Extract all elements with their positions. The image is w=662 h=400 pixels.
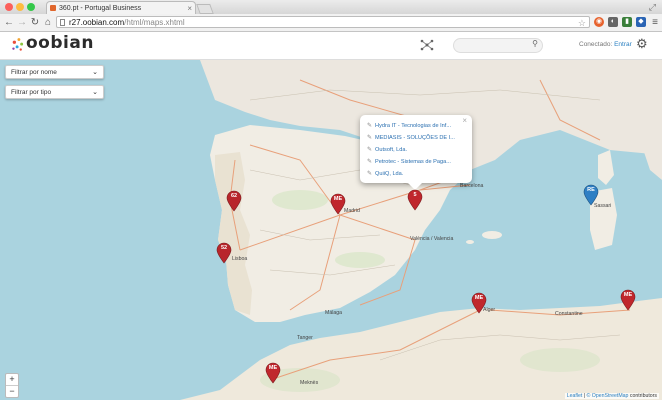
- login-link[interactable]: Entrar: [614, 41, 632, 48]
- zoom-in-button[interactable]: +: [6, 374, 18, 386]
- map-marker[interactable]: ME: [329, 193, 347, 215]
- extension-abp-icon[interactable]: ◉: [594, 17, 604, 27]
- network-icon[interactable]: [420, 39, 434, 51]
- page-icon: [60, 19, 65, 26]
- osm-link[interactable]: © OpenStreetMap: [587, 393, 629, 399]
- bookmark-star-icon[interactable]: ☆: [578, 17, 586, 29]
- map-marker[interactable]: ME: [264, 362, 282, 384]
- browser-titlebar: 360.pt - Portugal Business × ⤢: [0, 0, 662, 15]
- home-icon[interactable]: ⌂: [43, 16, 53, 29]
- map-label-meknes: Meknès: [300, 380, 319, 386]
- new-tab-button[interactable]: [196, 4, 214, 14]
- zoom-control: + −: [5, 373, 19, 398]
- filter-by-type-label: Filtrar por tipo: [11, 89, 52, 96]
- attribution-contributors: contributors: [629, 393, 657, 399]
- map-tiles: [180, 60, 662, 400]
- map-marker[interactable]: 52: [215, 242, 233, 264]
- chevron-down-icon: ⌄: [92, 69, 98, 76]
- app-header: oobian ⚲ Conectado: Entrar ⚙: [0, 32, 662, 60]
- map-marker[interactable]: ME: [619, 289, 637, 311]
- browser-toolbar: ← → ↻ ⌂ r27.oobian.com/html/maps.xhtml ☆…: [0, 14, 662, 32]
- map-label-lisboa: Lisboa: [232, 256, 248, 262]
- company-list-popup: × ✎ Hydra IT - Tecnologias de Inf... ✎ MED…: [360, 115, 472, 190]
- tab-close-icon[interactable]: ×: [187, 2, 192, 14]
- maximize-window-button[interactable]: [27, 3, 35, 11]
- connection-status: Conectado: Entrar: [579, 41, 632, 48]
- gear-icon[interactable]: ⚙: [636, 36, 648, 52]
- map-label-malaga: Málaga: [325, 310, 343, 316]
- extension-green-icon[interactable]: ▮: [622, 17, 632, 27]
- map-label-valencia: València / Valencia: [410, 236, 454, 242]
- map-label-constantine: Constantine: [555, 311, 583, 317]
- address-bar[interactable]: r27.oobian.com/html/maps.xhtml ☆: [56, 16, 590, 28]
- extension-blue-icon[interactable]: ◆: [636, 17, 646, 27]
- browser-tab[interactable]: 360.pt - Portugal Business ×: [46, 1, 196, 14]
- map-view[interactable]: Madrid Barcelona València / Valencia Lis…: [0, 60, 662, 400]
- filter-by-type-dropdown[interactable]: Filtrar por tipo ⌄: [5, 85, 104, 99]
- back-arrow-icon[interactable]: ←: [4, 16, 14, 29]
- menu-icon[interactable]: ≡: [650, 16, 660, 29]
- pin-icon: ✎: [367, 123, 373, 129]
- app-logo[interactable]: oobian: [26, 33, 94, 53]
- fullscreen-icon[interactable]: ⤢: [649, 2, 656, 13]
- forward-arrow-icon[interactable]: →: [17, 16, 27, 29]
- pin-icon: ✎: [367, 147, 373, 153]
- filter-by-name-dropdown[interactable]: Filtrar por nome ⌄: [5, 65, 104, 79]
- map-marker[interactable]: ME: [470, 292, 488, 314]
- map-marker[interactable]: 62: [225, 190, 243, 212]
- map-label-barcelona: Barcelona: [460, 183, 484, 189]
- popup-item[interactable]: ✎ MEDIASIS - SOLUÇÕES DE I...: [367, 132, 472, 144]
- map-label-tanger: Tanger: [297, 335, 313, 341]
- map-marker[interactable]: RE: [582, 184, 600, 206]
- extension-dark-icon[interactable]: ◐: [608, 17, 618, 27]
- filter-by-name-label: Filtrar por nome: [11, 69, 57, 76]
- popup-item[interactable]: ✎ Hydra IT - Tecnologias de Inf...: [367, 120, 472, 132]
- url-path: /html/maps.xhtml: [124, 18, 185, 27]
- tab-favicon-icon: [50, 5, 56, 11]
- popup-item[interactable]: ✎ Petrotec - Sistemas de Paga...: [367, 156, 472, 168]
- chevron-down-icon: ⌄: [92, 89, 98, 96]
- pin-icon: ✎: [367, 171, 373, 177]
- popup-item[interactable]: ✎ Outsoft, Lda.: [367, 144, 472, 156]
- tab-title: 360.pt - Portugal Business: [59, 5, 142, 12]
- leaflet-link[interactable]: Leaflet: [567, 393, 583, 399]
- minimize-window-button[interactable]: [16, 3, 24, 11]
- reload-icon[interactable]: ↻: [30, 16, 40, 29]
- url-host: r27.oobian.com: [69, 18, 125, 27]
- zoom-out-button[interactable]: −: [6, 386, 18, 397]
- logo-icon: [12, 38, 24, 51]
- map-marker[interactable]: 5: [406, 189, 424, 211]
- close-window-button[interactable]: [5, 3, 13, 11]
- close-icon[interactable]: ×: [462, 116, 467, 125]
- search-icon[interactable]: ⚲: [532, 39, 538, 48]
- pin-icon: ✎: [367, 159, 373, 165]
- search-input[interactable]: ⚲: [453, 38, 543, 53]
- popup-item[interactable]: ✎ QuiiQ, Lda.: [367, 168, 472, 180]
- map-attribution: Leaflet | © OpenStreetMap contributors: [564, 393, 659, 399]
- connected-label: Conectado:: [579, 41, 613, 48]
- pin-icon: ✎: [367, 135, 373, 141]
